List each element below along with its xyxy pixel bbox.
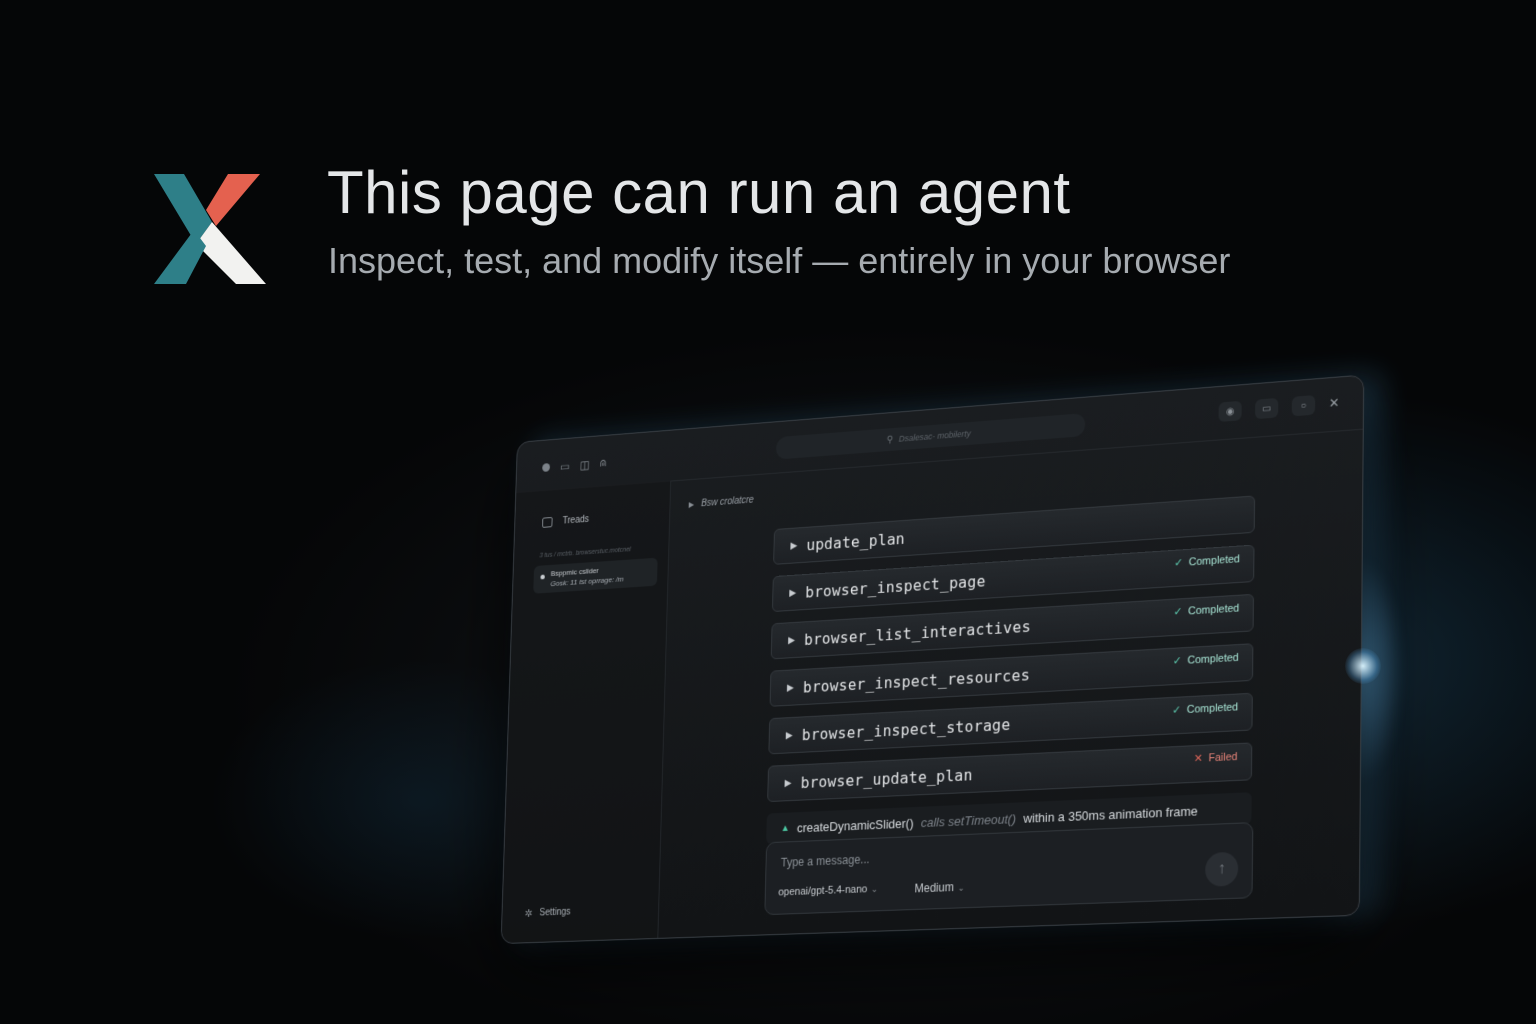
effort-label: Medium [914,880,954,895]
caret-right-icon: ▶ [689,500,695,509]
tool-call-name: update_plan [806,529,905,554]
note-function: createDynamicSlider() [797,815,914,834]
status-badge: ✕ Failed [1194,750,1238,765]
page-stage: This page can run an agent Inspect, test… [0,0,1536,1024]
light-glint [1345,648,1381,684]
tool-call-name: browser_inspect_page [805,571,986,601]
user-icon[interactable]: ⍝ [600,456,607,470]
main-panel: ▶ Bsw crolatcre ▶ update_plan ▶ browser_… [657,429,1362,938]
status-label: Completed [1189,553,1240,568]
tool-call-name: browser_update_plan [801,765,973,791]
status-badge: ✓ Completed [1173,651,1239,667]
effort-selector[interactable]: Medium ⌄ [914,880,964,895]
brand-logo-icon [150,170,268,288]
warning-triangle-icon: ▲ [781,823,790,834]
check-icon: ✓ [1172,703,1181,716]
caret-right-icon: ▶ [788,634,804,645]
tool-call-row[interactable]: ▶ browser_update_plan ✕ Failed [767,742,1252,802]
gear-icon: ✲ [524,907,532,920]
check-icon: ✓ [1174,556,1183,569]
sidebar-thread-item[interactable]: Bsppmic cslider Gosk: 11 tst oprrage: /m [533,558,657,594]
sidebar-threads-header[interactable]: Treads [542,514,589,527]
panel-icon[interactable]: ▭ [1255,398,1278,419]
message-input[interactable]: Type a message... [781,852,870,869]
bullet-icon [540,575,544,580]
caret-right-icon: ▶ [787,682,803,693]
titlebar-left-controls: ▭ ◫ ⍝ [542,456,606,475]
status-badge: ✓ Completed [1172,700,1238,716]
window-icon[interactable]: ◫ [580,458,590,472]
model-label: openai/gpt-5.4-nano [778,884,867,899]
status-badge: ✓ Completed [1173,602,1239,619]
note-detail: within a 350ms animation frame [1023,803,1198,825]
tool-call-list: ▶ update_plan ▶ browser_inspect_page ✓ Co… [766,495,1255,844]
hero-title: This page can run an agent [327,158,1071,227]
caret-right-icon: ▶ [786,729,802,740]
note-call: calls setTimeout() [921,811,1016,830]
x-icon: ✕ [1194,752,1203,765]
eye-icon[interactable]: ◉ [1219,401,1242,422]
titlebar-right-controls: ◉ ▭ ○ ✕ [1219,393,1340,422]
threads-icon [542,517,553,528]
search-icon: ⚲ [887,434,894,445]
status-badge: ✓ Completed [1174,552,1240,569]
breadcrumb[interactable]: ▶ Bsw crolatcre [689,495,754,510]
agent-app-window: ▭ ◫ ⍝ ⚲ Dsalesac- mobilerty ◉ ▭ ○ ✕ Trea… [501,374,1365,944]
chevron-down-icon: ⌄ [871,884,878,894]
chevron-down-icon: ⌄ [957,883,964,893]
search-icon[interactable]: ○ [1292,395,1316,416]
status-label: Completed [1187,651,1238,666]
settings-button[interactable]: ✲ Settings [524,906,570,920]
threads-label: Treads [562,514,589,526]
circle-icon[interactable] [542,463,550,472]
breadcrumb-label: Bsw crolatcre [701,495,754,509]
arrow-up-icon: ↑ [1218,860,1226,878]
hero-subtitle: Inspect, test, and modify itself — entir… [328,240,1230,282]
send-button[interactable]: ↑ [1205,852,1238,887]
sidebar: Treads 3 tus / mctrb. browserstuc.motcne… [501,481,671,944]
check-icon: ✓ [1173,654,1182,667]
status-label: Completed [1188,602,1239,617]
sidebar-meta: 3 tus / mctrb. browserstuc.motcnel [539,547,630,560]
check-icon: ✓ [1173,605,1182,618]
address-text: Dsalesac- mobilerty [899,429,971,444]
tool-call-name: browser_inspect_resources [803,665,1030,696]
close-icon[interactable]: ✕ [1329,395,1340,412]
caret-right-icon: ▶ [790,540,806,551]
tool-call-name: browser_inspect_storage [802,715,1011,744]
chat-icon[interactable]: ▭ [560,459,570,473]
tool-call-name: browser_list_interactives [804,617,1031,649]
settings-label: Settings [539,907,570,918]
model-selector[interactable]: openai/gpt-5.4-nano ⌄ [778,883,878,898]
caret-right-icon: ▶ [789,587,805,598]
status-label: Completed [1187,701,1238,716]
status-label: Failed [1208,751,1237,764]
caret-right-icon: ▶ [784,777,800,788]
